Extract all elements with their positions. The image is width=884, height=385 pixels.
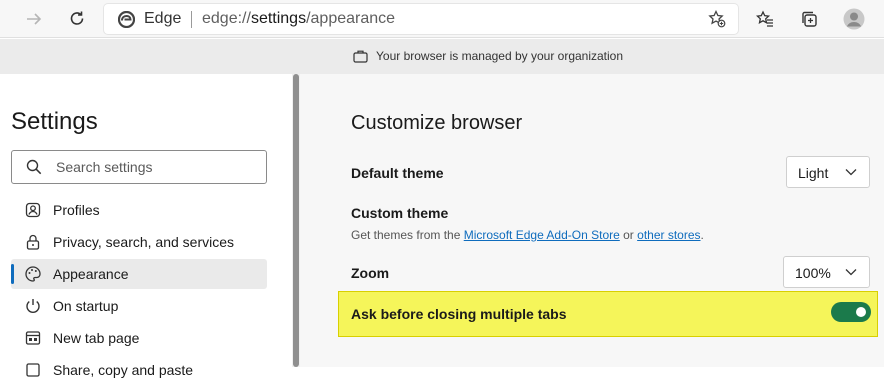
sidebar-item-profiles[interactable]: Profiles [11, 195, 267, 225]
collections-icon [802, 11, 817, 27]
addon-store-link[interactable]: Microsoft Edge Add-On Store [464, 228, 620, 242]
share-icon [26, 363, 40, 377]
zoom-label: Zoom [351, 265, 390, 281]
sidebar-item-label: Appearance [53, 266, 129, 282]
profiles-icon [25, 202, 41, 218]
ask-close-tabs-label: Ask before closing multiple tabs [351, 306, 567, 322]
palette-icon [25, 266, 41, 282]
sidebar-item-appearance[interactable]: Appearance [11, 259, 267, 289]
settings-sidebar: Settings Profiles Privacy, search, and s… [0, 74, 292, 378]
section-heading: Customize browser [351, 112, 523, 134]
sidebar-item-label: Profiles [53, 202, 100, 218]
custom-theme-desc-suffix: . [700, 228, 704, 242]
address-separator [191, 11, 192, 28]
default-theme-label: Default theme [351, 165, 444, 181]
search-icon [26, 159, 42, 175]
search-input[interactable] [56, 157, 256, 177]
back-button[interactable] [20, 5, 48, 33]
refresh-button[interactable] [63, 5, 91, 33]
new-tab-icon [25, 331, 41, 345]
chevron-down-icon [845, 169, 857, 176]
power-icon [26, 299, 40, 313]
sidebar-item-share[interactable]: Share, copy and paste [11, 355, 267, 385]
arrow-right-icon [27, 13, 42, 25]
sidebar-scrollbar-thumb[interactable] [293, 74, 299, 367]
collections-button[interactable] [795, 5, 823, 33]
ask-close-tabs-row: Ask before closing multiple tabs [338, 291, 878, 337]
sidebar-item-label: New tab page [53, 330, 140, 346]
favorites-button[interactable] [751, 5, 779, 33]
url-path: /appearance [306, 10, 396, 27]
custom-theme-desc-mid: or [619, 228, 638, 242]
zoom-value: 100% [795, 265, 831, 281]
sidebar-item-on-startup[interactable]: On startup [11, 291, 267, 321]
search-box[interactable] [11, 150, 267, 184]
add-favorite-icon[interactable] [708, 10, 726, 28]
sidebar-item-privacy[interactable]: Privacy, search, and services [11, 227, 267, 257]
sidebar-item-label: Share, copy and paste [53, 362, 194, 378]
favorites-icon [756, 10, 773, 27]
default-theme-value: Light [798, 165, 829, 181]
sidebar-title: Settings [11, 108, 98, 135]
managed-banner-text: Your browser is managed by your organiza… [376, 49, 624, 63]
custom-theme-desc-prefix: Get themes from the [351, 228, 464, 242]
browser-toolbar: Edge edge://settings/appearance [0, 0, 884, 38]
zoom-dropdown[interactable]: 100% [783, 256, 870, 288]
other-stores-link[interactable]: other stores [637, 228, 700, 242]
managed-banner: Your browser is managed by your organiza… [0, 39, 884, 74]
toggle-knob [856, 307, 866, 317]
edge-logo-icon [118, 11, 135, 28]
url-host: settings [250, 10, 307, 27]
address-bar[interactable]: Edge edge://settings/appearance [104, 4, 738, 34]
ask-close-tabs-toggle[interactable] [831, 302, 871, 322]
sidebar-item-label: On startup [53, 298, 119, 314]
lock-icon [26, 234, 40, 250]
sidebar-item-label: Privacy, search, and services [53, 234, 235, 250]
briefcase-icon [353, 50, 368, 63]
url-prefix: edge:// [202, 10, 251, 27]
address-url: edge://settings/appearance [202, 10, 395, 28]
chevron-down-icon [845, 269, 857, 276]
custom-theme-description: Get themes from the Microsoft Edge Add-O… [351, 228, 704, 242]
profile-button[interactable] [840, 5, 868, 33]
default-theme-dropdown[interactable]: Light [786, 156, 870, 188]
refresh-icon [70, 11, 84, 25]
avatar-icon [843, 8, 865, 30]
settings-content: Customize browser Default theme Light Cu… [300, 74, 884, 367]
custom-theme-label: Custom theme [351, 205, 449, 221]
sidebar-item-new-tab-page[interactable]: New tab page [11, 323, 267, 353]
address-brand: Edge [144, 10, 182, 27]
